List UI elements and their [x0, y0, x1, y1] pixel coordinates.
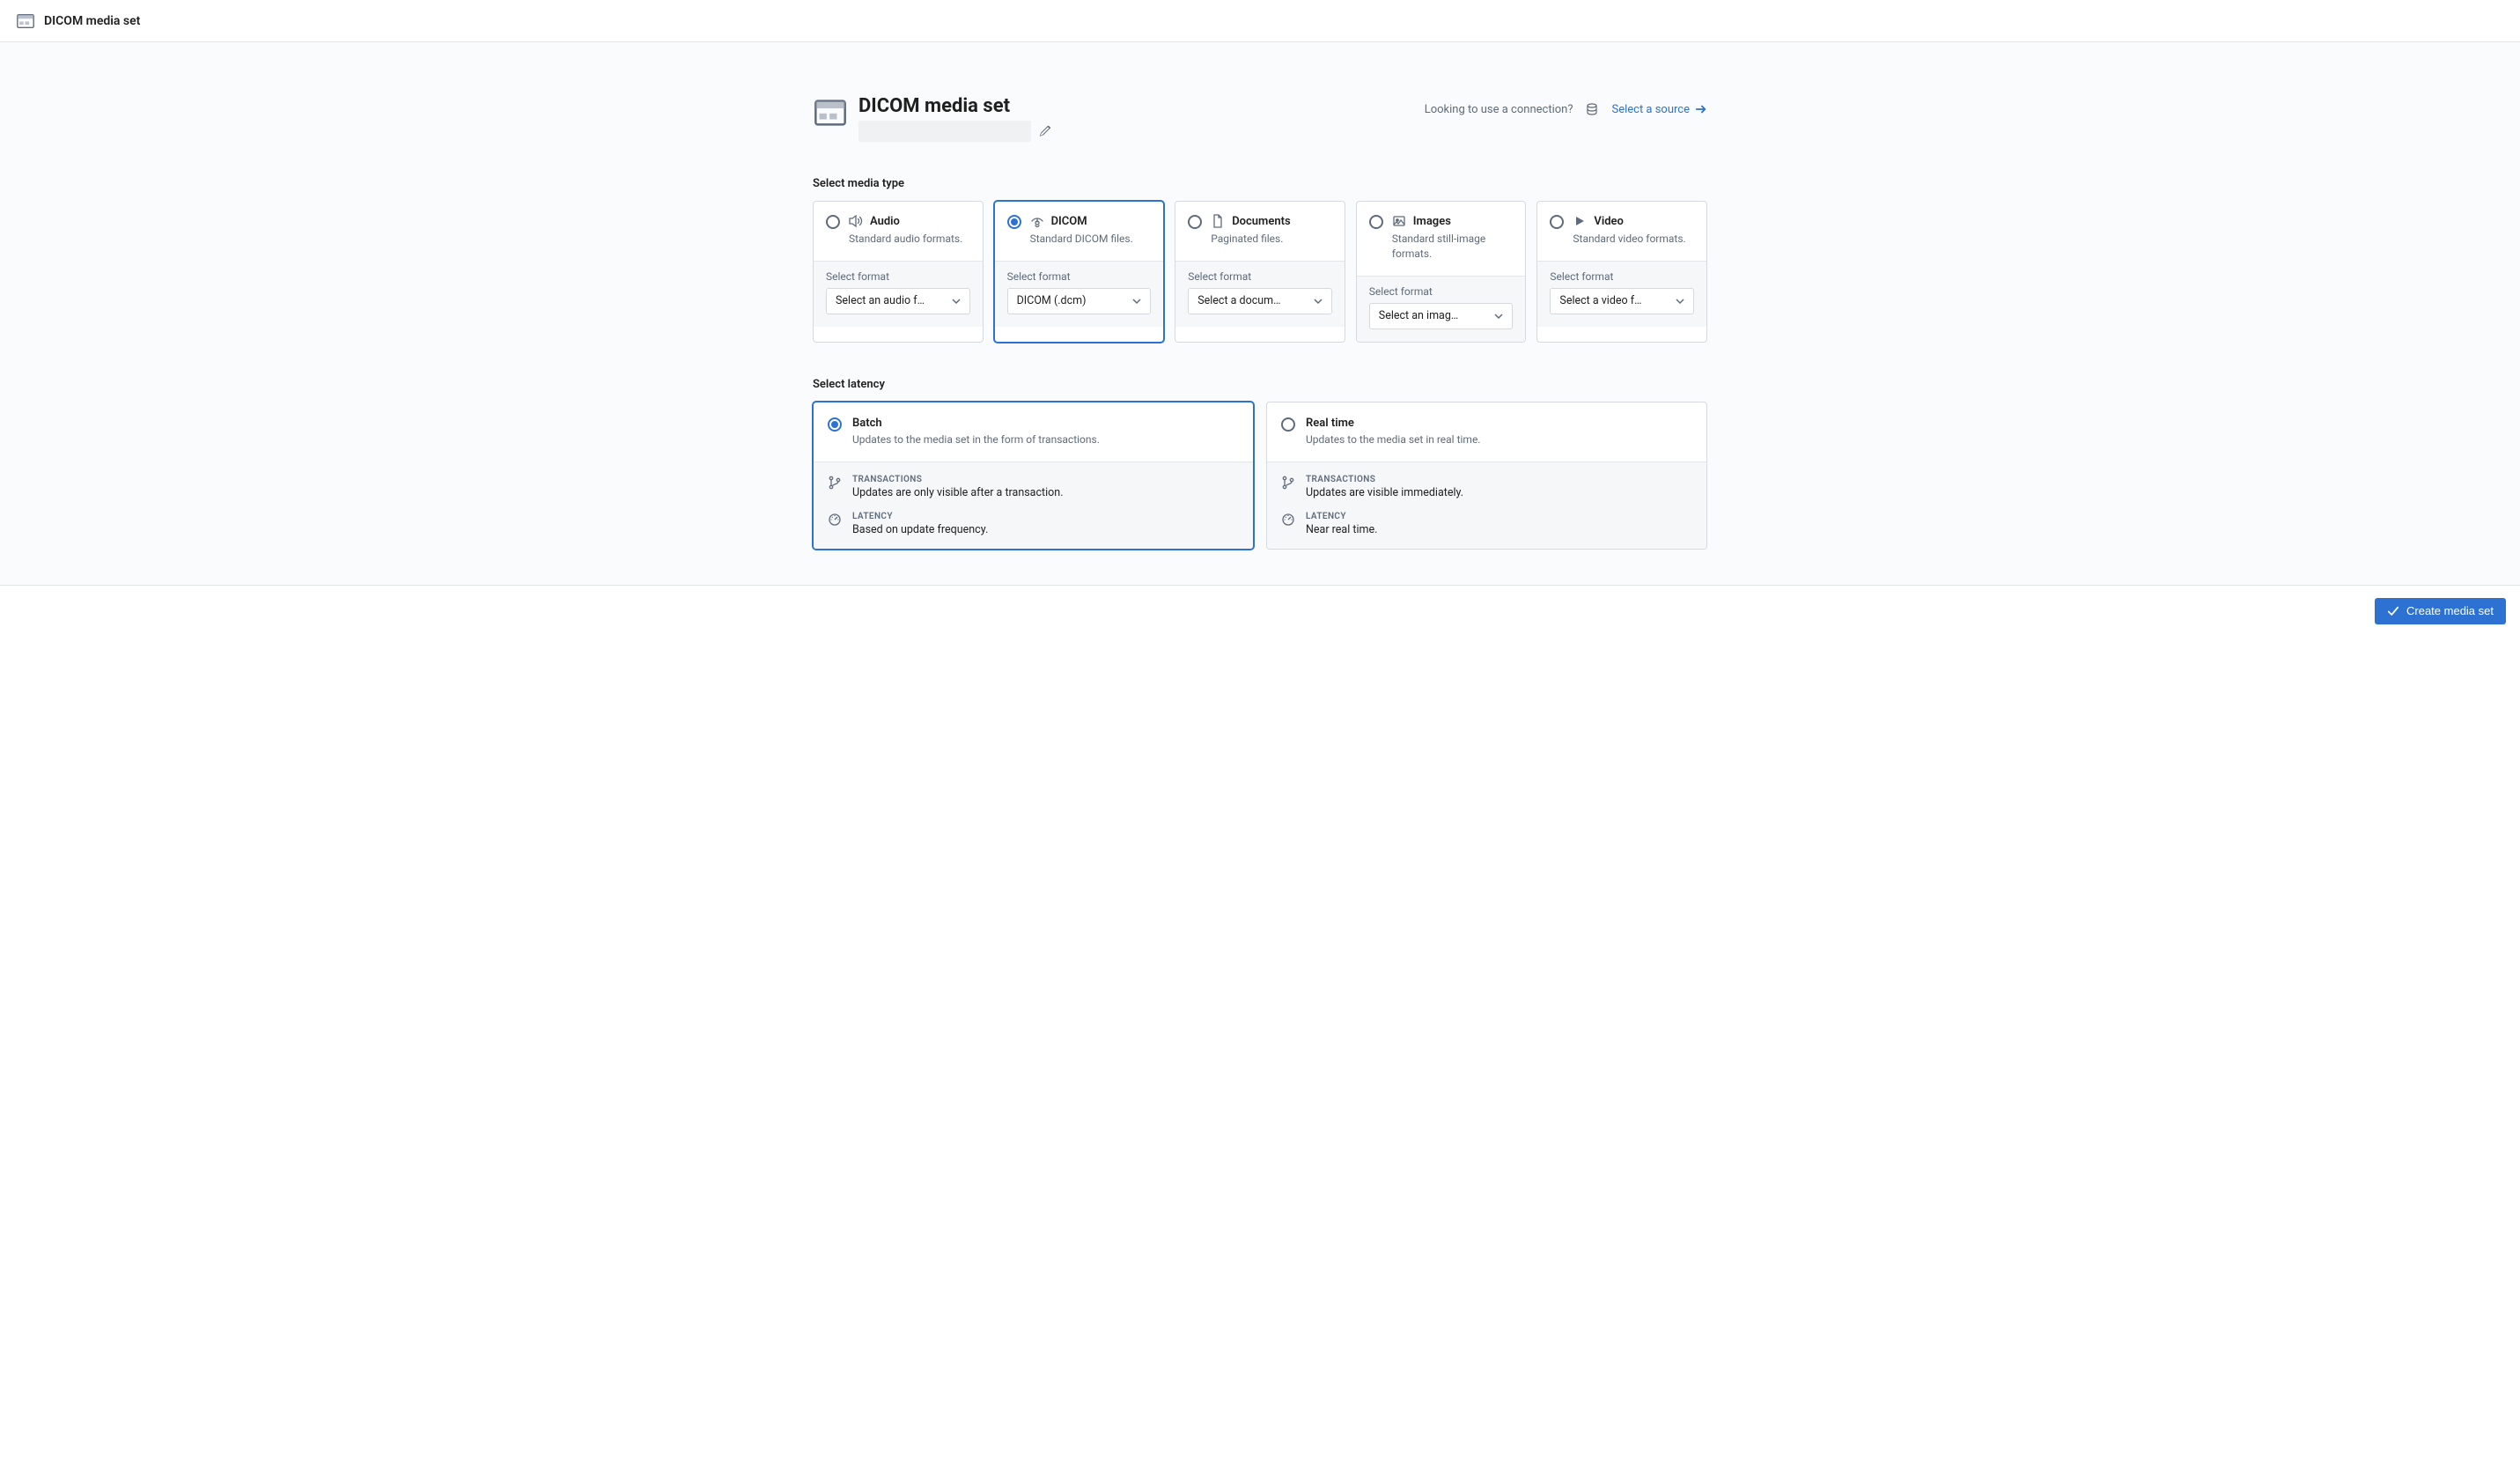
source-icon: [1585, 102, 1599, 116]
radio-documents[interactable]: [1188, 215, 1202, 229]
mediaset-icon: [16, 11, 35, 31]
header-left: DICOM media set: [813, 95, 1054, 142]
radio-video[interactable]: [1550, 215, 1564, 229]
top-bar-title: DICOM media set: [44, 14, 140, 28]
media-card-desc: Standard DICOM files.: [1030, 232, 1152, 247]
format-label: Select format: [1369, 285, 1514, 298]
latency-item-label: TRANSACTIONS: [1306, 475, 1463, 484]
media-card-video[interactable]: Video Standard video formats. Select for…: [1536, 201, 1707, 343]
radio-realtime[interactable]: [1281, 417, 1295, 432]
format-select-value: Select an audio f…: [836, 294, 925, 307]
branch-icon: [1281, 476, 1295, 490]
chevron-down-icon: [952, 297, 961, 306]
media-card-dicom[interactable]: DICOM Standard DICOM files. Select forma…: [994, 201, 1165, 343]
media-card-desc: Standard audio formats.: [849, 232, 970, 247]
latency-card-realtime[interactable]: Real time Updates to the media set in re…: [1266, 402, 1707, 550]
format-select-documents[interactable]: Select a docum…: [1188, 288, 1332, 314]
audio-icon: [849, 214, 863, 228]
format-select-value: Select a video f…: [1559, 294, 1641, 307]
gauge-icon: [828, 513, 842, 527]
latency-card-title: Batch: [852, 417, 1239, 430]
latency-item-text: Updates are visible immediately.: [1306, 486, 1463, 499]
media-card-images[interactable]: Images Standard still-image formats. Sel…: [1356, 201, 1527, 343]
format-select-value: Select an imag…: [1379, 309, 1458, 322]
format-label: Select format: [1007, 270, 1152, 283]
chevron-down-icon: [1132, 297, 1141, 306]
page-title: DICOM media set: [858, 95, 1054, 117]
chevron-down-icon: [1494, 312, 1503, 321]
media-card-title: Images: [1413, 215, 1451, 228]
format-select-value: DICOM (.dcm): [1017, 294, 1087, 307]
format-label: Select format: [1188, 270, 1332, 283]
latency-item-label: TRANSACTIONS: [852, 475, 1063, 484]
format-select-dicom[interactable]: DICOM (.dcm): [1007, 288, 1152, 314]
select-source-link[interactable]: Select a source: [1611, 103, 1707, 116]
description-placeholder[interactable]: [858, 121, 1031, 142]
footer: Create media set: [0, 586, 2520, 637]
media-card-documents[interactable]: Documents Paginated files. Select format…: [1175, 201, 1345, 343]
chevron-down-icon: [1314, 297, 1323, 306]
latency-item-text: Near real time.: [1306, 523, 1377, 536]
latency-item: TRANSACTIONS Updates are visible immedia…: [1281, 475, 1692, 499]
media-card-title: Video: [1594, 215, 1624, 228]
format-select-audio[interactable]: Select an audio f…: [826, 288, 970, 314]
latency-item-text: Updates are only visible after a transac…: [852, 486, 1063, 499]
latency-item-label: LATENCY: [1306, 512, 1377, 521]
media-card-audio[interactable]: Audio Standard audio formats. Select for…: [813, 201, 984, 343]
edit-icon[interactable]: [1036, 122, 1054, 140]
page-body: DICOM media set Looking to use a connect…: [0, 42, 2520, 586]
latency-item: LATENCY Near real time.: [1281, 512, 1692, 536]
top-bar: DICOM media set: [0, 0, 2520, 42]
latency-card-desc: Updates to the media set in the form of …: [852, 433, 1239, 446]
latency-card-title: Real time: [1306, 417, 1692, 430]
format-label: Select format: [826, 270, 970, 283]
media-card-title: Audio: [870, 215, 900, 228]
format-select-video[interactable]: Select a video f…: [1550, 288, 1694, 314]
latency-item-label: LATENCY: [852, 512, 988, 521]
media-type-label: Select media type: [813, 177, 1707, 190]
media-card-desc: Standard still-image formats.: [1392, 232, 1514, 262]
branch-icon: [828, 476, 842, 490]
latency-label: Select latency: [813, 378, 1707, 391]
header-right: Looking to use a connection? Select a so…: [1425, 95, 1707, 116]
media-card-title: Documents: [1232, 215, 1290, 228]
mediaset-icon-large: [813, 95, 848, 130]
format-select-images[interactable]: Select an imag…: [1369, 303, 1514, 329]
header-row: DICOM media set Looking to use a connect…: [813, 95, 1707, 142]
latency-grid: Batch Updates to the media set in the fo…: [813, 402, 1707, 550]
latency-item: LATENCY Based on update frequency.: [828, 512, 1239, 536]
latency-item: TRANSACTIONS Updates are only visible af…: [828, 475, 1239, 499]
latency-card-desc: Updates to the media set in real time.: [1306, 433, 1692, 446]
gauge-icon: [1281, 513, 1295, 527]
format-label: Select format: [1550, 270, 1694, 283]
connection-hint: Looking to use a connection?: [1425, 103, 1573, 116]
media-card-title: DICOM: [1051, 215, 1087, 228]
arrow-right-icon: [1695, 103, 1707, 115]
radio-audio[interactable]: [826, 215, 840, 229]
check-icon: [2387, 605, 2399, 617]
media-card-desc: Paginated files.: [1211, 232, 1332, 247]
images-icon: [1392, 214, 1406, 228]
chevron-down-icon: [1676, 297, 1684, 306]
create-media-set-button[interactable]: Create media set: [2375, 598, 2506, 624]
format-select-value: Select a docum…: [1197, 294, 1280, 307]
video-icon: [1573, 214, 1587, 228]
dicom-icon: [1030, 214, 1044, 228]
documents-icon: [1211, 214, 1225, 228]
radio-batch[interactable]: [828, 417, 842, 432]
radio-images[interactable]: [1369, 215, 1383, 229]
latency-card-batch[interactable]: Batch Updates to the media set in the fo…: [813, 402, 1254, 550]
latency-item-text: Based on update frequency.: [852, 523, 988, 536]
media-type-grid: Audio Standard audio formats. Select for…: [813, 201, 1707, 343]
media-card-desc: Standard video formats.: [1573, 232, 1694, 247]
radio-dicom[interactable]: [1007, 215, 1021, 229]
